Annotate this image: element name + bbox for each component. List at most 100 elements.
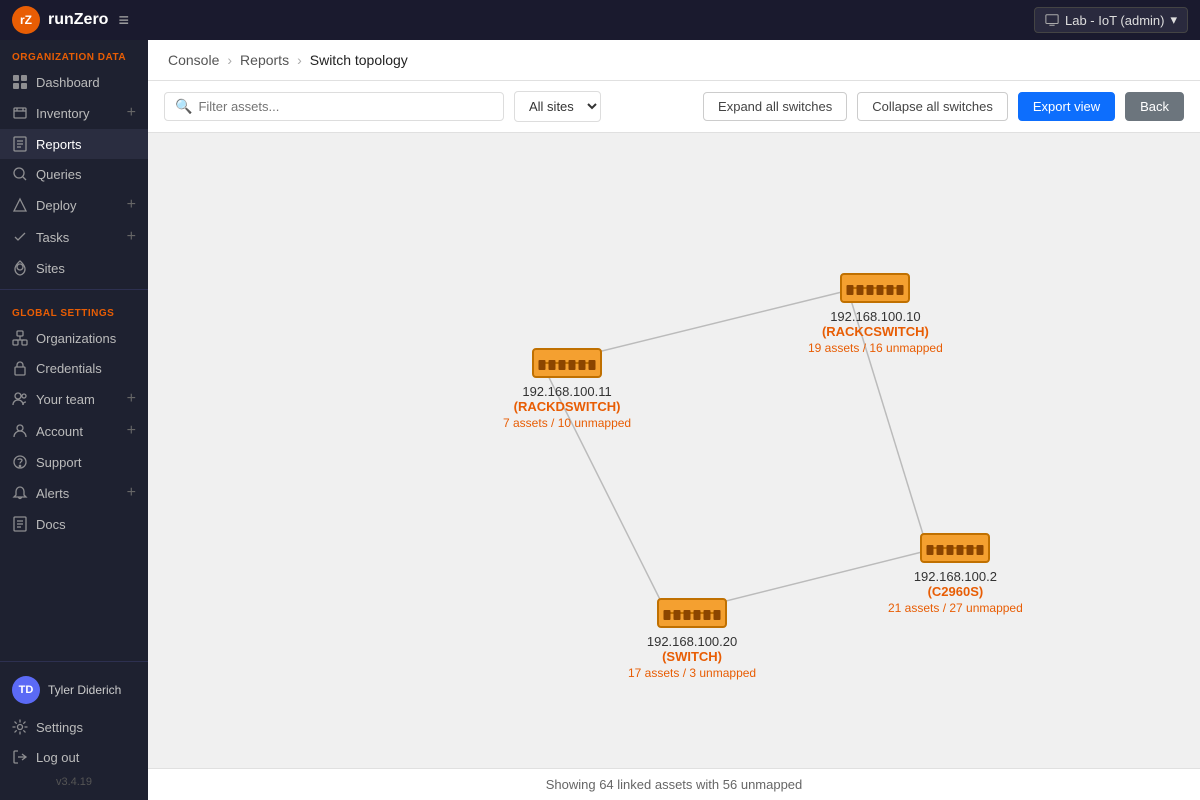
switch-icon	[840, 273, 910, 303]
sidebar-item-label: Credentials	[36, 361, 102, 376]
switch-node-sw2[interactable]: 192.168.100.11 (RACKDSWITCH) 7 assets / …	[503, 348, 631, 430]
sidebar-bottom: TD Tyler Diderich Settings Log out v3.4.…	[0, 661, 148, 792]
settings-icon	[12, 719, 28, 735]
dashboard-icon	[12, 74, 28, 90]
sidebar-item-label: Inventory	[36, 106, 89, 121]
breadcrumb: Console › Reports › Switch topology	[148, 40, 1200, 81]
breadcrumb-sep2: ›	[297, 52, 302, 68]
logout-icon	[12, 749, 28, 765]
user-area: TD Tyler Diderich	[0, 668, 148, 712]
alerts-icon	[12, 485, 28, 501]
expand-all-button[interactable]: Expand all switches	[703, 92, 847, 121]
site-select[interactable]: All sites	[514, 91, 601, 122]
search-icon: 🔍	[175, 98, 192, 115]
switch-ip: 192.168.100.2	[914, 569, 997, 584]
switch-icon	[920, 533, 990, 563]
topbar-right: Lab - IoT (admin) ▾	[1034, 7, 1188, 33]
alerts-plus[interactable]: +	[127, 484, 136, 502]
sidebar-item-label: Organizations	[36, 331, 116, 346]
sidebar-item-label: Support	[36, 455, 82, 470]
deploy-plus[interactable]: +	[127, 196, 136, 214]
content-area: Console › Reports › Switch topology 🔍 Al…	[148, 40, 1200, 800]
sidebar-item-your-team[interactable]: Your team +	[0, 383, 148, 415]
version-label: v3.4.19	[0, 772, 148, 792]
logo-icon: rZ	[12, 6, 40, 34]
organizations-icon	[12, 330, 28, 346]
switch-name: (SWITCH)	[662, 649, 722, 664]
account-plus[interactable]: +	[127, 422, 136, 440]
support-icon	[12, 454, 28, 470]
sidebar-item-settings[interactable]: Settings	[0, 712, 148, 742]
switch-name: (RACKCSWITCH)	[822, 324, 929, 339]
sidebar-item-account[interactable]: Account +	[0, 415, 148, 447]
org-chevron: ▾	[1170, 12, 1177, 28]
back-button[interactable]: Back	[1125, 92, 1184, 121]
switch-ip: 192.168.100.20	[647, 634, 737, 649]
global-section-label: Global Settings	[0, 296, 148, 323]
switch-icon	[657, 598, 727, 628]
sidebar-item-label: Deploy	[36, 198, 76, 213]
sidebar-item-organizations[interactable]: Organizations	[0, 323, 148, 353]
sidebar-item-label: Docs	[36, 517, 66, 532]
topbar: rZ runZero ≡ Lab - IoT (admin) ▾	[0, 0, 1200, 40]
sidebar-item-label: Tasks	[36, 230, 69, 245]
footer-text: Showing 64 linked assets with 56 unmappe…	[546, 777, 803, 792]
sidebar-item-queries[interactable]: Queries	[0, 159, 148, 189]
sidebar-item-dashboard[interactable]: Dashboard	[0, 67, 148, 97]
sites-icon	[12, 260, 28, 276]
search-box: 🔍	[164, 92, 504, 121]
switch-assets: 19 assets / 16 unmapped	[808, 341, 943, 355]
switch-name: (C2960S)	[928, 584, 984, 599]
sidebar-item-inventory[interactable]: Inventory +	[0, 97, 148, 129]
sidebar-item-docs[interactable]: Docs	[0, 509, 148, 539]
switch-icon	[532, 348, 602, 378]
logo-area: rZ runZero	[12, 6, 108, 34]
inventory-plus[interactable]: +	[127, 104, 136, 122]
team-plus[interactable]: +	[127, 390, 136, 408]
sidebar-item-support[interactable]: Support	[0, 447, 148, 477]
switch-node-sw4[interactable]: 192.168.100.20 (SWITCH) 17 assets / 3 un…	[628, 598, 756, 680]
queries-icon	[12, 166, 28, 182]
switch-assets: 21 assets / 27 unmapped	[888, 601, 1023, 615]
switch-node-sw3[interactable]: 192.168.100.2 (C2960S) 21 assets / 27 un…	[888, 533, 1023, 615]
topology-footer: Showing 64 linked assets with 56 unmappe…	[148, 768, 1200, 800]
search-input[interactable]	[198, 99, 493, 114]
sidebar-item-label: Reports	[36, 137, 82, 152]
switch-name: (RACKDSWITCH)	[514, 399, 621, 414]
org-selector[interactable]: Lab - IoT (admin) ▾	[1034, 7, 1188, 33]
sidebar-item-sites[interactable]: Sites	[0, 253, 148, 283]
topology-canvas: 192.168.100.10 (RACKCSWITCH) 19 assets /…	[148, 133, 1200, 768]
sidebar-item-label: Sites	[36, 261, 65, 276]
deploy-icon	[12, 197, 28, 213]
sidebar-item-tasks[interactable]: Tasks +	[0, 221, 148, 253]
collapse-all-button[interactable]: Collapse all switches	[857, 92, 1008, 121]
sidebar: Organization Data Dashboard Inventory + …	[0, 40, 148, 800]
breadcrumb-reports[interactable]: Reports	[240, 52, 289, 68]
sidebar-item-label: Dashboard	[36, 75, 100, 90]
export-view-button[interactable]: Export view	[1018, 92, 1115, 121]
switch-ports	[927, 545, 984, 555]
org-name: Lab - IoT (admin)	[1065, 13, 1164, 28]
logo-text: runZero	[48, 11, 108, 29]
credentials-icon	[12, 360, 28, 376]
switch-ports	[847, 285, 904, 295]
breadcrumb-console[interactable]: Console	[168, 52, 219, 68]
sidebar-item-deploy[interactable]: Deploy +	[0, 189, 148, 221]
sidebar-item-logout[interactable]: Log out	[0, 742, 148, 772]
sidebar-item-label: Log out	[36, 750, 79, 765]
sidebar-item-label: Queries	[36, 167, 82, 182]
sidebar-item-alerts[interactable]: Alerts +	[0, 477, 148, 509]
switch-assets: 17 assets / 3 unmapped	[628, 666, 756, 680]
hamburger-icon[interactable]: ≡	[118, 10, 129, 31]
switch-node-sw1[interactable]: 192.168.100.10 (RACKCSWITCH) 19 assets /…	[808, 273, 943, 355]
breadcrumb-sep1: ›	[227, 52, 232, 68]
topbar-left: rZ runZero ≡	[12, 6, 129, 34]
sidebar-item-label: Account	[36, 424, 83, 439]
tasks-icon	[12, 229, 28, 245]
tasks-plus[interactable]: +	[127, 228, 136, 246]
user-name: Tyler Diderich	[48, 683, 121, 697]
sidebar-item-credentials[interactable]: Credentials	[0, 353, 148, 383]
switch-ports	[539, 360, 596, 370]
sidebar-item-reports[interactable]: Reports	[0, 129, 148, 159]
org-section-label: Organization Data	[0, 40, 148, 67]
